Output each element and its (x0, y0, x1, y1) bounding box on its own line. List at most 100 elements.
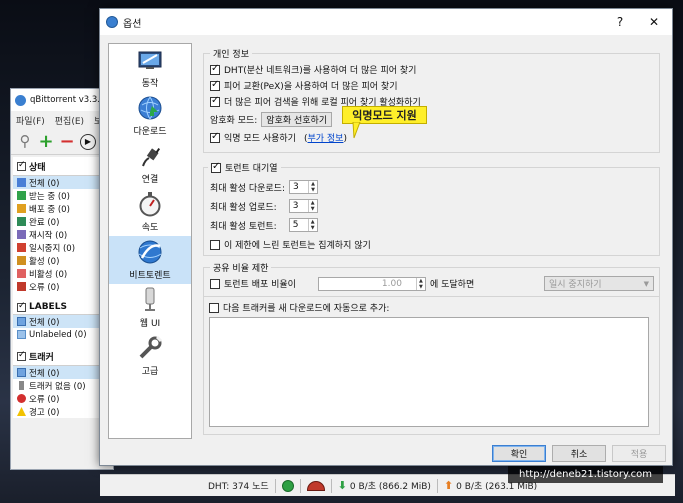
menu-edit[interactable]: 편집(E) (55, 114, 84, 127)
wrench-icon (135, 335, 165, 361)
divider (274, 478, 276, 493)
spin-down-icon[interactable]: ▼ (309, 187, 317, 193)
status-section-header[interactable]: 상태 (13, 157, 111, 176)
torrent-queue-group: 토런트 대기열 최대 활성 다운로드: 3 ▲▼ 최대 활성 업로드: 3 ▲▼… (203, 161, 660, 256)
status-filter-item[interactable]: 활성 (0) (13, 254, 111, 267)
folder-icon (17, 317, 26, 326)
resume-icon[interactable]: ▶ (80, 133, 96, 150)
status-filter-item[interactable]: 재시작 (0) (13, 228, 111, 241)
category-connection[interactable]: 연결 (109, 140, 191, 188)
max-downloads-row: 최대 활성 다운로드: 3 ▲ ▼ (210, 180, 318, 194)
tracker-item-warning[interactable]: 경고 (0) (13, 405, 111, 418)
spin-down-icon[interactable]: ▼ (309, 225, 317, 231)
status-filter-item[interactable]: 배포 중 (0) (13, 202, 111, 215)
slow-torrents-checkbox[interactable] (210, 239, 220, 250)
close-button[interactable]: ✕ (644, 13, 664, 31)
tracker-item-all[interactable]: 전체 (0) (13, 366, 111, 379)
max-downloads-spinbox[interactable]: 3 ▲ ▼ (289, 180, 318, 194)
status-filter-item[interactable]: 일시중지 (0) (13, 241, 111, 254)
error-icon (17, 394, 26, 403)
share-ratio-group: 공유 비율 제한 토런트 배포 비율이 1.00 ▲ ▼ 에 도달하면 일시 중지… (203, 261, 660, 297)
ok-button[interactable]: 확인 (492, 445, 546, 462)
status-filter-icon (17, 269, 26, 278)
queue-enable-checkbox[interactable] (211, 161, 221, 173)
dht-checkbox[interactable] (210, 63, 220, 75)
status-section-checkbox[interactable] (17, 160, 26, 171)
speed-limit-icon[interactable] (306, 480, 325, 491)
menu-file[interactable]: 파일(F) (16, 114, 45, 127)
auto-trackers-option[interactable]: 다음 트래커를 새 다운로드에 자동으로 추가: (209, 301, 389, 314)
globe-download-icon (135, 95, 165, 121)
status-filter-item[interactable]: 받는 중 (0) (13, 189, 111, 202)
divider (330, 478, 332, 493)
main-toolbar: ⚲ + − ▶ (11, 129, 113, 155)
category-downloads[interactable]: 다운로드 (109, 92, 191, 140)
dialog-title: 옵션 (123, 18, 142, 30)
status-filter-icon (17, 204, 26, 213)
main-menubar: 파일(F) 편집(E) 보 (11, 111, 113, 129)
tracker-item-error[interactable]: 오류 (0) (13, 392, 111, 405)
status-filter-icon (17, 243, 26, 252)
apply-button[interactable]: 적용 (612, 445, 666, 462)
anonymous-option[interactable]: 익명 모드 사용하기 (부가 정보) (210, 131, 347, 144)
seed-ratio-checkbox[interactable] (210, 278, 220, 289)
main-title: qBittorrent v3.3.4 (30, 95, 106, 105)
privacy-group-title: 개인 정보 (210, 47, 252, 60)
tracker-all-icon (17, 368, 26, 377)
status-filter-icon (17, 191, 26, 200)
help-button[interactable]: ? (610, 13, 630, 31)
add-link-icon[interactable]: ⚲ (17, 134, 33, 150)
anonymous-checkbox[interactable] (210, 131, 220, 143)
trackers-section-header[interactable]: 트래커 (13, 347, 111, 366)
privacy-group: 개인 정보 DHT(분산 네트워크)를 사용하여 더 많은 피어 찾기 피어 교… (203, 47, 660, 153)
category-web-ui[interactable]: 웹 UI (109, 284, 191, 332)
qbittorrent-logo-icon (15, 94, 26, 106)
download-speed: 0 B/초 (866.2 MiB) (349, 482, 431, 492)
spin-down-icon[interactable]: ▼ (309, 206, 317, 212)
status-filter-item[interactable]: 전체 (0) (13, 176, 111, 189)
max-torrents-spinbox[interactable]: 5 ▲ ▼ (288, 218, 318, 232)
watermark: http://deneb21.tistory.com (508, 466, 663, 483)
divider (436, 478, 438, 493)
pex-checkbox[interactable] (210, 79, 220, 91)
labels-section-header[interactable]: LABELS (13, 299, 111, 315)
seed-ratio-spinbox[interactable]: 1.00 ▲ ▼ (317, 276, 426, 291)
category-bittorrent[interactable]: 비트토렌트 (109, 236, 191, 284)
category-speed[interactable]: 속도 (109, 188, 191, 236)
category-behavior[interactable]: 동작 (109, 44, 191, 92)
ratio-action-select[interactable]: 일시 중지하기 ▼ (544, 276, 654, 291)
slow-torrents-option[interactable]: 이 제한에 느린 토런트는 집계하지 않기 (210, 238, 371, 251)
auto-trackers-checkbox[interactable] (209, 302, 219, 313)
stopwatch-icon (135, 191, 165, 217)
pex-option[interactable]: 피어 교환(PeX)을 사용하여 더 많은 피어 찾기 (210, 79, 397, 92)
warning-icon (17, 407, 26, 416)
max-torrents-row: 최대 활성 토런트: 5 ▲ ▼ (210, 218, 318, 232)
encryption-label: 암호화 모드: (210, 116, 258, 126)
label-item-unlabeled[interactable]: Unlabeled (0) (13, 328, 111, 341)
labels-section-checkbox[interactable] (17, 301, 26, 312)
dht-option[interactable]: DHT(분산 네트워크)를 사용하여 더 많은 피어 찾기 (210, 63, 416, 76)
trackers-section-checkbox[interactable] (17, 350, 26, 361)
label-item-all[interactable]: 전체 (0) (13, 315, 111, 328)
connection-ok-icon[interactable] (281, 479, 294, 492)
status-filter-icon (17, 230, 26, 239)
max-uploads-spinbox[interactable]: 3 ▲ ▼ (288, 199, 318, 213)
queue-enable-option[interactable]: 토런트 대기열 (208, 161, 281, 174)
add-torrent-icon[interactable]: + (38, 132, 54, 150)
max-uploads-row: 최대 활성 업로드: 3 ▲ ▼ (210, 199, 318, 213)
behavior-icon (135, 47, 165, 73)
cancel-button[interactable]: 취소 (552, 445, 606, 462)
status-filter-item[interactable]: 비활성 (0) (13, 267, 111, 280)
remove-torrent-icon[interactable]: − (59, 132, 75, 150)
share-ratio-group-title: 공유 비율 제한 (210, 261, 272, 274)
tracker-item-none[interactable]: 트래커 없음 (0) (13, 379, 111, 392)
encryption-mode-select[interactable]: 암호화 선호하기 (261, 112, 333, 127)
status-filter-item[interactable]: 완료 (0) (13, 215, 111, 228)
lsd-checkbox[interactable] (210, 95, 220, 107)
status-filter-item[interactable]: 오류 (0) (13, 280, 111, 293)
category-advanced[interactable]: 고급 (109, 332, 191, 380)
trackers-textarea[interactable] (209, 317, 649, 427)
bittorrent-globe-icon (135, 239, 165, 265)
spin-down-icon[interactable]: ▼ (417, 284, 425, 290)
more-info-link[interactable]: 부가 정보 (307, 134, 343, 144)
